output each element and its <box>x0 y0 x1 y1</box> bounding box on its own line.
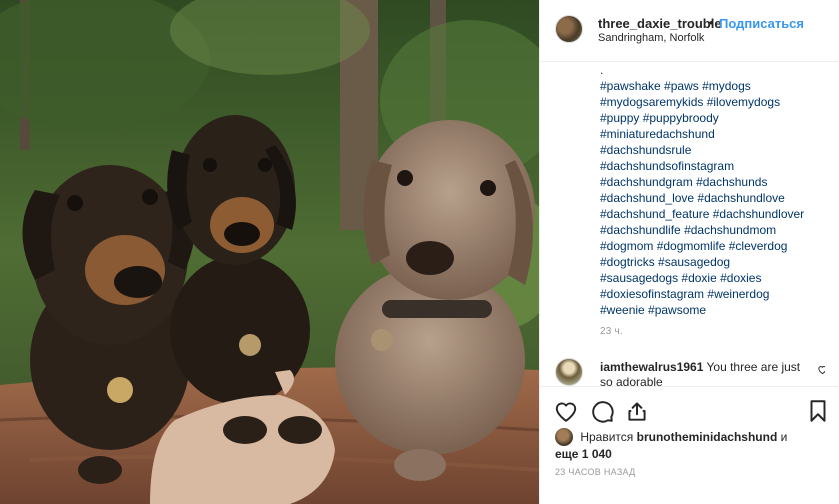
caption-hashtags[interactable]: #doxiesofinstagram #weinerdog <box>600 286 825 302</box>
caption-hashtags[interactable]: #sausagedogs #doxie #doxies <box>600 270 825 286</box>
likes-others-count[interactable]: еще 1 040 <box>555 447 612 461</box>
caption-hashtags[interactable]: #miniaturedachshund <box>600 126 825 142</box>
caption-timestamp[interactable]: 23 ч. <box>600 326 623 337</box>
likes-summary: Нравится brunotheminidachshund и еще 1 0… <box>555 427 825 462</box>
share-icon[interactable] <box>624 398 650 424</box>
liker-avatar[interactable] <box>555 427 573 446</box>
heart-icon[interactable] <box>553 398 579 424</box>
post-location[interactable]: Sandringham, Norfolk <box>598 32 704 44</box>
caption-hashtags[interactable]: #dogmom #dogmomlife #cleverdog <box>600 238 825 254</box>
comment-like-heart-icon[interactable] <box>817 364 825 375</box>
comment-item: iamthewalrus1961 You three are just so a… <box>555 356 825 386</box>
caption-hashtags[interactable]: #puppy #puppybroody <box>600 110 825 126</box>
caption-hashtags[interactable]: #weenie #pawsome <box>600 302 825 318</box>
likes-prefix: Нравится <box>580 430 634 444</box>
commenter-username[interactable]: iamthewalrus1961 <box>600 360 703 374</box>
author-avatar[interactable] <box>555 15 583 43</box>
caption-hashtags[interactable]: #dachshundgram #dachshunds <box>600 174 825 190</box>
commenter-avatar[interactable] <box>555 358 583 386</box>
caption-hashtags[interactable]: #dachshund_feature #dachshundlover <box>600 206 825 222</box>
dachshunds-photo <box>0 0 539 504</box>
follow-button[interactable]: Подписаться <box>719 16 804 31</box>
caption-hashtags[interactable]: #dachshund_love #dachshundlove <box>600 190 825 206</box>
caption-hashtags[interactable]: #dachshundsrule <box>600 142 825 158</box>
comment-icon[interactable] <box>589 398 615 424</box>
post-side-panel: three_daxie_trouble • Подписаться Sandri… <box>539 0 839 504</box>
caption-hashtags[interactable]: #mydogsaremykids #ilovemydogs <box>600 94 825 110</box>
post-photo[interactable] <box>0 0 539 504</box>
post-caption: . #pawshake #paws #mydogs #mydogsaremyki… <box>600 62 825 318</box>
post-actions: Нравится brunotheminidachshund и еще 1 0… <box>540 386 839 504</box>
separator-dot: • <box>709 15 714 30</box>
caption-line: . <box>600 63 604 77</box>
liker-username[interactable]: brunotheminidachshund <box>637 430 778 444</box>
likes-conjunction: и <box>780 430 788 444</box>
caption-hashtags[interactable]: #dachshundsofinstagram <box>600 158 825 174</box>
caption-hashtags[interactable]: #pawshake #paws #mydogs <box>600 78 825 94</box>
caption-hashtags[interactable]: #dogtricks #sausagedog <box>600 254 825 270</box>
post-header: three_daxie_trouble • Подписаться Sandri… <box>540 0 839 62</box>
caption-hashtags[interactable]: #dachshundlife #dachshundmom <box>600 222 825 238</box>
post-timestamp[interactable]: 23 ЧАСОВ НАЗАД <box>555 467 636 477</box>
comment-body: iamthewalrus1961 You three are just so a… <box>600 360 810 386</box>
bookmark-icon[interactable] <box>805 398 831 424</box>
author-username[interactable]: three_daxie_trouble <box>598 16 722 31</box>
